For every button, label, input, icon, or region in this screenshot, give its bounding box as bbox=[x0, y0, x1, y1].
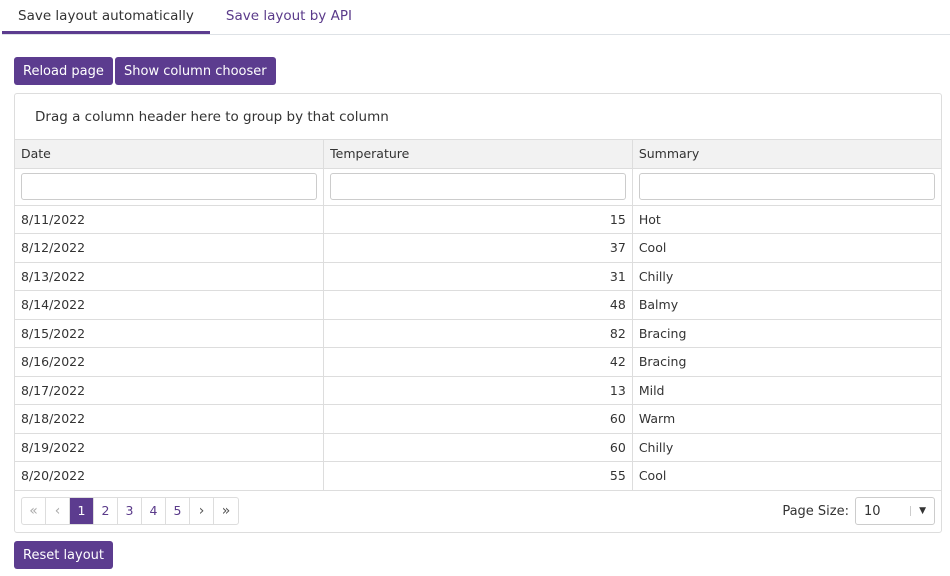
temperature-cell: 60 bbox=[323, 433, 633, 462]
temperature-cell: 13 bbox=[323, 376, 633, 405]
summary-cell: Bracing bbox=[632, 347, 941, 377]
column-header-date[interactable]: Date bbox=[15, 140, 325, 169]
page-size-value: 10 bbox=[864, 503, 881, 519]
temperature-cell: 42 bbox=[323, 347, 633, 377]
temperature-filter-input[interactable] bbox=[330, 173, 626, 200]
summary-filter-input[interactable] bbox=[638, 173, 935, 200]
tab-save-by-api[interactable]: Save layout by API bbox=[210, 0, 368, 34]
temperature-cell: 48 bbox=[323, 290, 633, 320]
first-page-button[interactable]: « bbox=[22, 498, 46, 524]
prev-page-button[interactable]: ‹ bbox=[46, 498, 70, 524]
date-cell: 8/15/2022 bbox=[15, 319, 325, 348]
reset-layout-button[interactable]: Reset layout bbox=[14, 541, 114, 569]
summary-cell: Hot bbox=[632, 205, 941, 234]
temperature-cell: 31 bbox=[323, 262, 633, 291]
page-2-button[interactable]: 2 bbox=[94, 498, 118, 524]
date-filter-input[interactable] bbox=[21, 173, 318, 200]
table-row[interactable]: 8/17/2022 13 Mild bbox=[15, 376, 941, 405]
table-row[interactable]: 8/11/2022 15 Hot bbox=[15, 205, 941, 234]
filter-row bbox=[15, 168, 941, 206]
date-cell: 8/17/2022 bbox=[15, 376, 325, 405]
summary-cell: Balmy bbox=[632, 290, 941, 320]
date-cell: 8/13/2022 bbox=[15, 262, 325, 291]
dropdown-arrow-icon: ▼ bbox=[910, 506, 926, 516]
table-row[interactable]: 8/19/2022 60 Chilly bbox=[15, 433, 941, 462]
date-cell: 8/12/2022 bbox=[15, 233, 325, 263]
date-cell: 8/20/2022 bbox=[15, 461, 325, 491]
data-grid: Drag a column header here to group by th… bbox=[14, 93, 942, 533]
date-cell: 8/19/2022 bbox=[15, 433, 325, 462]
date-cell: 8/11/2022 bbox=[15, 205, 325, 234]
temperature-cell: 55 bbox=[323, 461, 633, 491]
grid-table: Date Temperature Summary 8/11/2022 15 Hot 8… bbox=[15, 140, 941, 491]
temperature-cell: 15 bbox=[323, 205, 633, 234]
table-row[interactable]: 8/16/2022 42 Bracing bbox=[15, 347, 941, 377]
tab-save-automatically[interactable]: Save layout automatically bbox=[2, 0, 210, 34]
summary-cell: Mild bbox=[632, 376, 941, 405]
date-cell: 8/18/2022 bbox=[15, 404, 325, 434]
show-column-chooser-button[interactable]: Show column chooser bbox=[115, 57, 276, 85]
column-header-temperature[interactable]: Temperature bbox=[323, 140, 633, 169]
summary-cell: Bracing bbox=[632, 319, 941, 348]
table-row[interactable]: 8/15/2022 82 Bracing bbox=[15, 319, 941, 348]
table-row[interactable]: 8/20/2022 55 Cool bbox=[15, 461, 941, 491]
table-row[interactable]: 8/12/2022 37 Cool bbox=[15, 233, 941, 263]
tab-bar: Save layout automatically Save layout by… bbox=[2, 0, 950, 35]
page-1-button[interactable]: 1 bbox=[70, 498, 94, 524]
table-row[interactable]: 8/18/2022 60 Warm bbox=[15, 404, 941, 434]
pager: « ‹ 1 2 3 4 5 ›» bbox=[21, 497, 239, 525]
table-row[interactable]: 8/13/2022 31 Chilly bbox=[15, 262, 941, 291]
page-size: Page Size: 10 ▼ bbox=[782, 497, 935, 525]
page-size-select[interactable]: 10 ▼ bbox=[855, 497, 935, 525]
temperature-cell: 60 bbox=[323, 404, 633, 434]
temperature-cell: 37 bbox=[323, 233, 633, 263]
summary-cell: Chilly bbox=[632, 262, 941, 291]
date-cell: 8/16/2022 bbox=[15, 347, 325, 377]
reload-page-button[interactable]: Reload page bbox=[14, 57, 113, 85]
summary-cell: Chilly bbox=[632, 433, 941, 462]
summary-cell: Cool bbox=[632, 233, 941, 263]
page-size-label: Page Size: bbox=[782, 503, 849, 519]
date-cell: 8/14/2022 bbox=[15, 290, 325, 320]
next-page-button[interactable]: › bbox=[190, 498, 214, 524]
page-5-button[interactable]: 5 bbox=[166, 498, 190, 524]
summary-cell: Cool bbox=[632, 461, 941, 491]
group-panel[interactable]: Drag a column header here to group by th… bbox=[15, 94, 941, 140]
last-page-button[interactable]: » bbox=[214, 498, 238, 524]
page-4-button[interactable]: 4 bbox=[142, 498, 166, 524]
temperature-cell: 82 bbox=[323, 319, 633, 348]
column-header-summary[interactable]: Summary bbox=[632, 140, 941, 169]
page-3-button[interactable]: 3 bbox=[118, 498, 142, 524]
summary-cell: Warm bbox=[632, 404, 941, 434]
table-row[interactable]: 8/14/2022 48 Balmy bbox=[15, 290, 941, 320]
